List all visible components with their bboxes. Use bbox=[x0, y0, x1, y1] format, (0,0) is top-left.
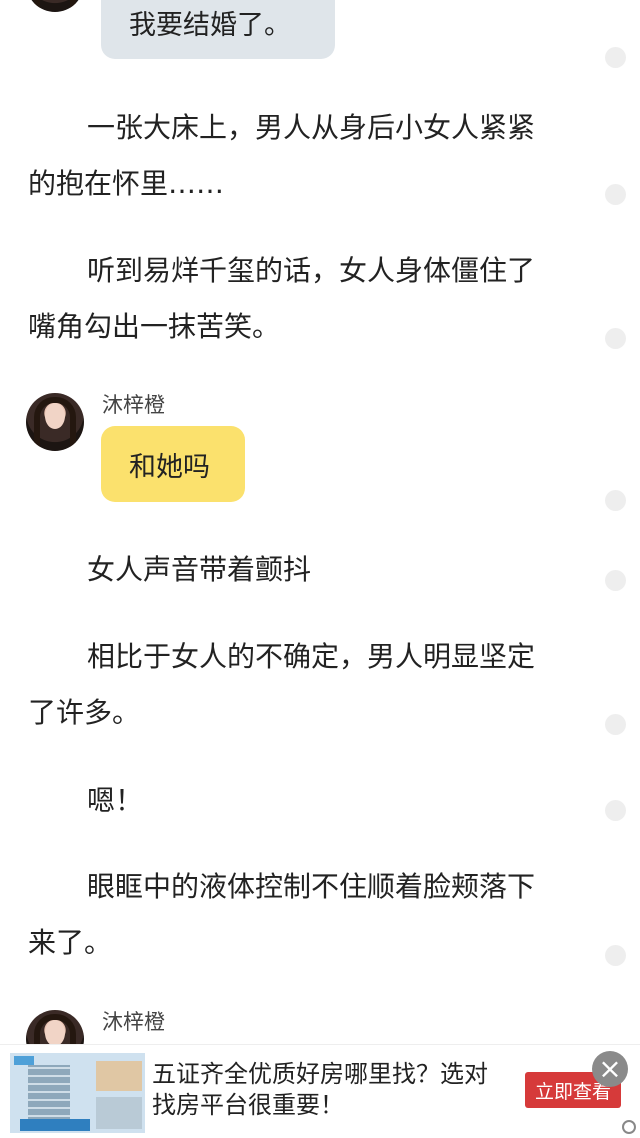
paragraph-comment-dot[interactable] bbox=[605, 570, 626, 591]
chat-bubble-text: 我要结婚了。 bbox=[129, 10, 291, 41]
story-paragraph: 听到易烊千玺的话，女人身体僵住了 嘴角勾出一抹苦笑。 bbox=[28, 254, 536, 343]
avatar[interactable] bbox=[26, 0, 84, 12]
story-paragraph: 相比于女人的不确定，男人明显坚定 了许多。 bbox=[28, 640, 536, 729]
paragraph-comment-dot[interactable] bbox=[605, 714, 626, 735]
paragraph-comment-dot[interactable] bbox=[605, 490, 626, 511]
paragraph-comment-dot[interactable] bbox=[605, 328, 626, 349]
story-paragraph: 眼眶中的液体控制不住顺着脸颊落下 来了。 bbox=[28, 870, 536, 959]
ad-image[interactable] bbox=[10, 1053, 145, 1133]
sender-name: 沐梓橙 bbox=[102, 393, 165, 417]
story-paragraph: 嗯！ bbox=[87, 784, 144, 817]
paragraph-comment-dot[interactable] bbox=[605, 184, 626, 205]
paragraph-comment-dot[interactable] bbox=[605, 945, 626, 966]
reader-page: 我要结婚了。 一张大床上，男人从身后小女人紧紧 的抱在怀里…… 听到易烊千玺的话… bbox=[0, 0, 640, 1138]
sender-name: 沐梓橙 bbox=[102, 1010, 165, 1034]
ad-text[interactable]: 五证齐全优质好房哪里找？选对 找房平台很重要！ bbox=[152, 1059, 492, 1121]
story-paragraph: 女人声音带着颤抖 bbox=[87, 553, 312, 586]
ad-info-icon[interactable] bbox=[622, 1120, 636, 1134]
chat-bubble-top: 我要结婚了。 bbox=[101, 0, 335, 59]
paragraph-comment-dot[interactable] bbox=[605, 47, 626, 68]
chat-bubble-text: 和她吗 bbox=[129, 451, 210, 483]
avatar[interactable] bbox=[26, 393, 84, 451]
chat-bubble-mid: 和她吗 bbox=[101, 426, 245, 502]
close-icon[interactable]: × bbox=[592, 1051, 628, 1087]
paragraph-comment-dot[interactable] bbox=[605, 800, 626, 821]
story-paragraph: 一张大床上，男人从身后小女人紧紧 的抱在怀里…… bbox=[28, 111, 536, 200]
